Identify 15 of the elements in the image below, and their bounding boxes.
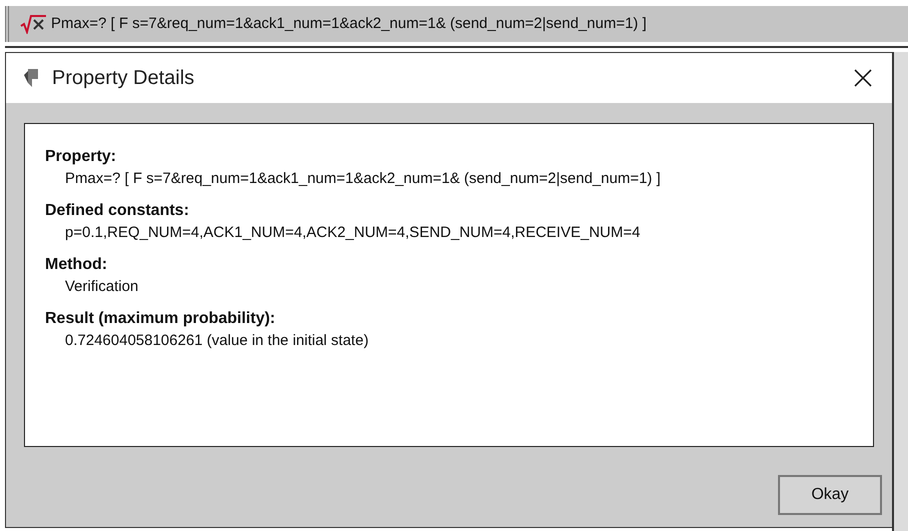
section-heading: Method: — [45, 255, 108, 275]
section-value: Verification — [64, 277, 138, 297]
property-row[interactable]: Pmax=? [ F s=7&req_num=1&ack1_num=1&ack2_num=1& (send_num=2|send_num=1) ] — [5, 6, 908, 42]
app-icon — [22, 67, 40, 89]
close-icon[interactable] — [854, 69, 872, 87]
section-value: 0.724604058106261 (value in the initial state) — [64, 331, 369, 351]
section-value: p=0.1,REQ_NUM=4,ACK1_NUM=4,ACK2_NUM=4,SEND_NUM=4,RECEIVE_NUM=4 — [64, 223, 640, 243]
dialog-title: Property Details — [52, 66, 196, 91]
formula-icon — [19, 14, 47, 34]
section-heading: Defined constants: — [45, 201, 190, 221]
section-heading: Property: — [45, 147, 118, 167]
property-text: Pmax=? [ F s=7&req_num=1&ack1_num=1&ack2_num=1& (send_num=2|send_num=1) ] — [51, 14, 647, 34]
section-value: Pmax=? [ F s=7&req_num=1&ack1_num=1&ack2_num=1& (send_num=2|send_num=1) ] — [64, 169, 661, 189]
section-heading: Result (maximum probability): — [45, 309, 276, 329]
okay-button[interactable]: Okay — [778, 475, 882, 515]
